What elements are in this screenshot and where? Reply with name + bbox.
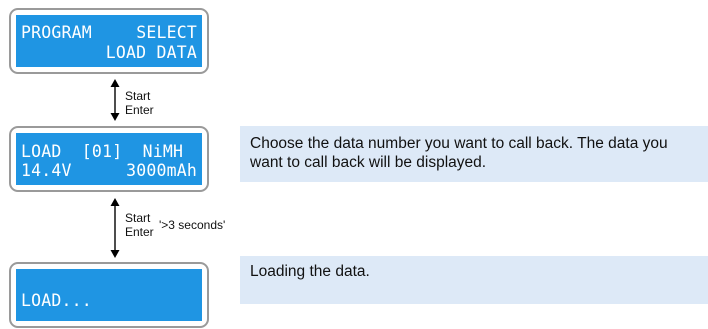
note-loading: Loading the data.	[240, 256, 708, 304]
lcd-line1-left: PROGRAM	[21, 23, 92, 42]
enter-label: Enter	[125, 103, 154, 117]
lcd-display: PROGRAM SELECT LOAD DATA	[16, 15, 202, 67]
enter-label: Enter	[125, 225, 154, 239]
lcd-line2-right: LOAD DATA	[105, 43, 197, 62]
lcd-screen-loading: LOAD...	[9, 262, 209, 328]
lcd-display: LOAD...	[16, 269, 202, 321]
double-arrow-icon	[110, 198, 120, 258]
note-choose-data: Choose the data number you want to call …	[240, 126, 708, 182]
start-label: Start	[125, 89, 151, 103]
lcd-line1: LOAD [01] NiMH	[21, 142, 184, 161]
duration-note: '>3 seconds'	[159, 218, 226, 232]
lcd-screen-load-data: LOAD [01] NiMH 14.4V 3000mAh	[9, 126, 209, 192]
start-label: Start	[125, 211, 151, 225]
lcd-line1: LOAD...	[21, 291, 92, 310]
lcd-line2-right: 3000mAh	[126, 161, 197, 180]
lcd-display: LOAD [01] NiMH 14.4V 3000mAh	[16, 133, 202, 185]
note-text: Loading the data.	[250, 263, 370, 280]
lcd-screen-program-select: PROGRAM SELECT LOAD DATA	[9, 8, 209, 74]
lcd-line2-left: 14.4V	[21, 161, 72, 180]
double-arrow-icon	[110, 79, 120, 121]
lcd-line1-right: SELECT	[136, 23, 197, 42]
note-text: Choose the data number you want to call …	[250, 135, 668, 171]
